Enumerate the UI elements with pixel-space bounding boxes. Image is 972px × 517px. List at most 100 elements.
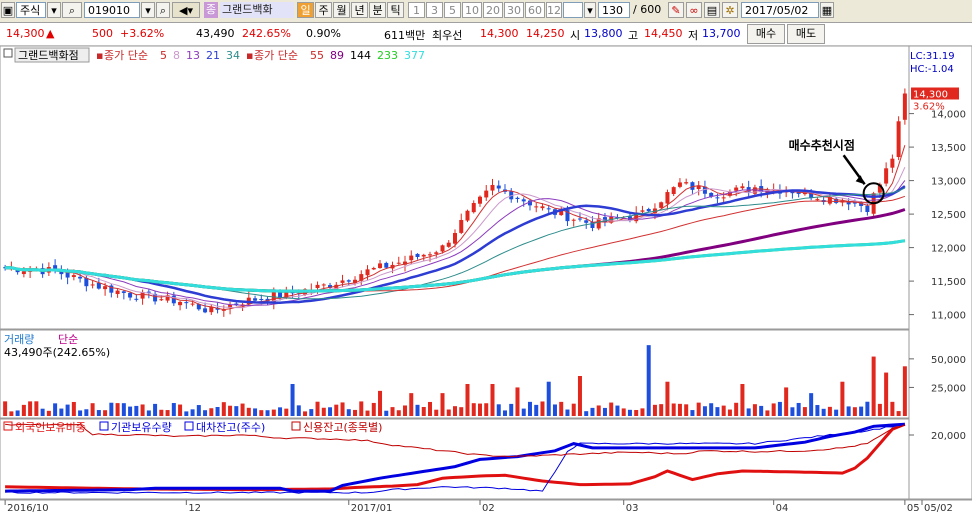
stock-chart[interactable]: 14,00013,50013,00012,50012,00011,50011,0… [0, 45, 972, 514]
market-icon[interactable]: ▣ [1, 2, 15, 18]
volume-bar [740, 384, 745, 416]
volume-bar [652, 404, 657, 416]
price-tick-label: 12,000 [931, 244, 966, 255]
minute-120[interactable]: 120 [546, 2, 562, 18]
volume-bar [877, 403, 882, 416]
candle-body [546, 208, 551, 210]
custom-period-input[interactable] [563, 2, 583, 18]
period-week[interactable]: 주 [315, 2, 332, 18]
volume-bar [59, 408, 64, 416]
x-tick-label: 03 [626, 503, 639, 514]
minute-5[interactable]: 5 [444, 2, 461, 18]
candle-body [534, 206, 539, 208]
candle-body [365, 269, 370, 276]
minute-60[interactable]: 60 [525, 2, 545, 18]
candle-body [259, 298, 264, 300]
custom-period-dropdown-icon[interactable]: ▾ [584, 2, 596, 18]
market-dropdown-icon[interactable]: ▾ [47, 2, 61, 18]
volume-bar [71, 401, 76, 416]
period-year[interactable]: 년 [351, 2, 368, 18]
open-label: 시 [570, 29, 581, 42]
volume-bar [709, 403, 714, 416]
minute-10[interactable]: 10 [462, 2, 482, 18]
link-icon[interactable]: ∞ [686, 2, 702, 18]
minute-3[interactable]: 3 [426, 2, 443, 18]
candle-body [715, 197, 720, 199]
code-dropdown-icon[interactable]: ▾ [141, 2, 155, 18]
period-tick[interactable]: 틱 [387, 2, 404, 18]
candle-body [253, 298, 258, 301]
volume-bar [834, 409, 839, 416]
candle-body [78, 276, 83, 279]
volume-bar [46, 410, 51, 416]
code-search-icon[interactable]: ⌕ [156, 2, 170, 18]
volume-bar [702, 406, 707, 416]
speaker-icon[interactable]: ◀▾ [172, 2, 200, 18]
volume-bar [590, 407, 595, 416]
gear-icon[interactable]: ✲ [722, 2, 738, 18]
volume-bar [9, 411, 14, 416]
volume-bar [146, 410, 151, 416]
minute-1[interactable]: 1 [408, 2, 425, 18]
volume-bar [234, 406, 239, 416]
chart-tool-icon[interactable]: ✎ [668, 2, 684, 18]
volume-bar [184, 411, 189, 416]
count-input[interactable]: 130 [598, 2, 630, 18]
volume-bar [496, 404, 501, 416]
volume-bar [103, 410, 108, 416]
legend-item: 34 [226, 49, 240, 62]
period-day[interactable]: 일 [297, 2, 314, 18]
market-select[interactable]: 주식 [16, 2, 46, 18]
change-percent: +3.62% [120, 27, 165, 40]
period-minute[interactable]: 분 [369, 2, 386, 18]
candle-body [540, 206, 545, 209]
period-month[interactable]: 월 [333, 2, 350, 18]
candle-body [415, 253, 420, 257]
volume-bar [134, 405, 139, 416]
candle-body [490, 184, 495, 191]
legend-marker: ▪ [246, 49, 253, 62]
save-icon[interactable]: ▤ [704, 2, 720, 18]
volume-bar [896, 411, 901, 416]
sell-button[interactable]: 매도 [787, 24, 825, 44]
volume-bar [546, 381, 551, 416]
chart-area[interactable]: 14,000 13,500 13,000 12,500 12,000 11,500 11,0… [0, 45, 972, 514]
volume-bar [3, 401, 8, 416]
minute-30[interactable]: 30 [504, 2, 524, 18]
candle-body [852, 202, 857, 204]
volume-bar [340, 402, 345, 416]
volume-bar [353, 409, 358, 416]
minute-20[interactable]: 20 [483, 2, 503, 18]
volume-bar [746, 408, 751, 416]
price-tick-label: 11,000 [931, 311, 966, 322]
volume-bar [215, 407, 220, 416]
volume-bar [852, 407, 857, 416]
search-icon[interactable]: ⌕ [62, 2, 82, 18]
volume-bar [584, 411, 589, 416]
volume-bar [190, 409, 195, 416]
volume-bar [428, 401, 433, 416]
candle-body [421, 254, 426, 257]
volume-bar [153, 403, 158, 416]
volume-tick-label: 50,000 [931, 355, 966, 366]
x-tick-label: 2017/01 [351, 503, 393, 514]
current-percent-label: 3.62% [913, 102, 945, 113]
volume-bar [421, 407, 426, 416]
volume-readout: 43,490주(242.65%) [4, 346, 110, 359]
legend-item: 21 [206, 49, 220, 62]
calendar-icon[interactable]: ▦ [820, 2, 834, 18]
candle-body [665, 192, 670, 204]
candle-body [190, 303, 195, 305]
volume-bar [771, 403, 776, 416]
volume-bar [440, 393, 445, 416]
candle-body [103, 286, 108, 290]
volume-bar [309, 409, 314, 416]
indicator-legend-item: 신용잔고(종목별) [303, 421, 382, 434]
stock-code-input[interactable]: 019010 [84, 2, 140, 18]
date-input[interactable]: 2017/05/02 [741, 2, 819, 18]
volume-bar [384, 410, 389, 416]
buy-button[interactable]: 매수 [747, 24, 785, 44]
candle-body [846, 202, 851, 205]
volume-bar [596, 405, 601, 416]
volume-bar [78, 410, 83, 416]
